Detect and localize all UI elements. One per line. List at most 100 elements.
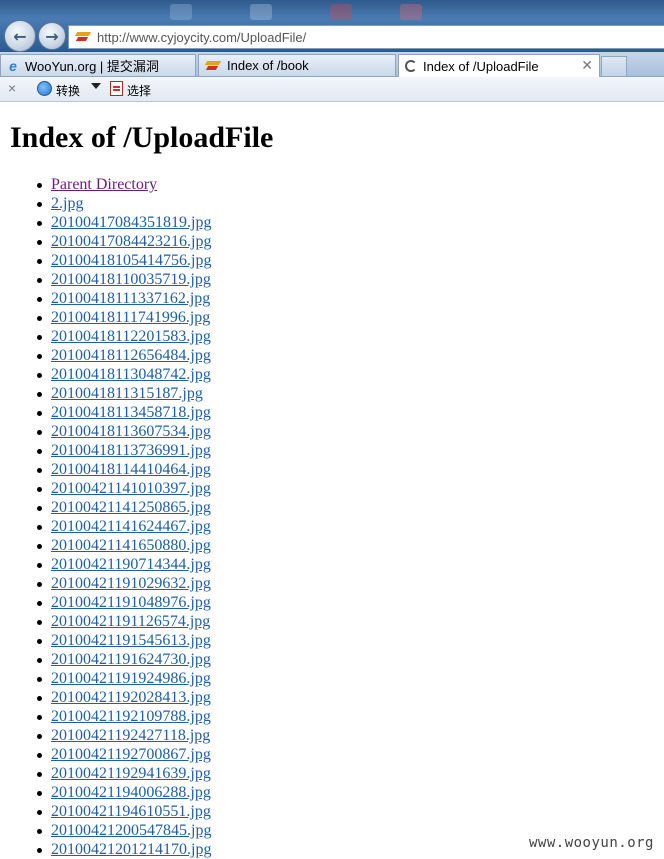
- file-link[interactable]: 20100421191924986.jpg: [51, 670, 211, 687]
- file-link[interactable]: 20100421192427118.jpg: [51, 727, 210, 744]
- arrow-left-icon: ←: [13, 26, 27, 46]
- list-item: 20100418113607534.jpg: [27, 422, 211, 441]
- file-link[interactable]: 20100421194610551.jpg: [51, 803, 211, 820]
- new-tab-button[interactable]: [601, 56, 627, 76]
- tab-index-book[interactable]: Index of /book: [198, 54, 396, 76]
- list-item: 20100421191545613.jpg: [27, 631, 211, 650]
- list-item: 20100421192109788.jpg: [27, 707, 211, 726]
- list-item: 20100418111741996.jpg: [27, 308, 211, 327]
- list-item: 20100417084423216.jpg: [27, 232, 211, 251]
- list-item: 20100421190714344.jpg: [27, 555, 211, 574]
- list-item: 20100421201214170.jpg: [27, 840, 211, 859]
- convert-button[interactable]: 转换: [56, 82, 80, 99]
- tab-index-uploadfile[interactable]: Index of /UploadFile ✕: [398, 54, 600, 77]
- list-item: 20100421200547845.jpg: [27, 821, 211, 840]
- file-link[interactable]: 20100418105414756.jpg: [51, 252, 211, 269]
- list-item: Parent Directory: [27, 175, 211, 194]
- ie-icon: e: [9, 57, 17, 74]
- list-item: 20100421192941639.jpg: [27, 764, 211, 783]
- file-link[interactable]: 20100421191048976.jpg: [51, 594, 211, 611]
- tab-label: Index of /book: [227, 58, 309, 73]
- page-title: Index of /UploadFile: [10, 121, 274, 154]
- list-item: 20100418113048742.jpg: [27, 365, 211, 384]
- file-link[interactable]: 20100418113048742.jpg: [51, 366, 211, 383]
- file-link[interactable]: 20100417084351819.jpg: [51, 214, 211, 231]
- decoration: [170, 4, 192, 20]
- watermark: www.wooyun.org: [528, 835, 654, 851]
- file-link[interactable]: 20100421141624467.jpg: [51, 518, 211, 535]
- convert-icon[interactable]: [37, 81, 52, 96]
- list-item: 20100421192700867.jpg: [27, 745, 211, 764]
- file-link[interactable]: 2010041811315187.jpg: [51, 385, 203, 402]
- file-link[interactable]: 20100421191029632.jpg: [51, 575, 211, 592]
- list-item: 20100421141250865.jpg: [27, 498, 211, 517]
- list-item: 20100418112201583.jpg: [27, 327, 211, 346]
- file-link[interactable]: 20100421192028413.jpg: [51, 689, 211, 706]
- file-link[interactable]: 20100421141250865.jpg: [51, 499, 211, 516]
- file-link[interactable]: 20100421194006288.jpg: [51, 784, 211, 801]
- file-link[interactable]: 2.jpg: [51, 195, 83, 212]
- list-item: 2010041811315187.jpg: [27, 384, 211, 403]
- file-link[interactable]: 20100421190714344.jpg: [51, 556, 211, 573]
- list-item: 20100421191048976.jpg: [27, 593, 211, 612]
- list-item: 20100418112656484.jpg: [27, 346, 211, 365]
- url-text[interactable]: http://www.cyjoycity.com/UploadFile/: [97, 30, 306, 45]
- list-item: 20100421191126574.jpg: [27, 612, 211, 631]
- list-item: 20100421192028413.jpg: [27, 688, 211, 707]
- list-item: 20100421141010397.jpg: [27, 479, 211, 498]
- file-link[interactable]: 20100421191126574.jpg: [51, 613, 210, 630]
- file-link[interactable]: 20100421192941639.jpg: [51, 765, 211, 782]
- file-link[interactable]: 20100418112656484.jpg: [51, 347, 211, 364]
- list-item: 20100421191029632.jpg: [27, 574, 211, 593]
- file-link[interactable]: 20100421192109788.jpg: [51, 708, 211, 725]
- decoration: [330, 4, 352, 20]
- file-link[interactable]: 20100421201214170.jpg: [51, 841, 211, 858]
- file-link[interactable]: 20100417084423216.jpg: [51, 233, 211, 250]
- file-link[interactable]: 20100421191624730.jpg: [51, 651, 211, 668]
- file-link[interactable]: 20100418113736991.jpg: [51, 442, 211, 459]
- file-link[interactable]: 20100418110035719.jpg: [51, 271, 211, 288]
- tab-strip: e WooYun.org | 提交漏洞 Index of /book Index…: [0, 52, 664, 77]
- decoration: [400, 4, 422, 20]
- select-button[interactable]: 选择: [127, 82, 151, 99]
- file-link[interactable]: 20100421141650880.jpg: [51, 537, 211, 554]
- decoration: [250, 4, 272, 20]
- list-item: 20100418105414756.jpg: [27, 251, 211, 270]
- file-link[interactable]: 20100418113458718.jpg: [51, 404, 211, 421]
- list-item: 20100421141650880.jpg: [27, 536, 211, 555]
- list-item: 20100421192427118.jpg: [27, 726, 211, 745]
- close-icon[interactable]: ×: [8, 80, 16, 96]
- file-link[interactable]: 20100418111337162.jpg: [51, 290, 210, 307]
- file-link[interactable]: 20100418112201583.jpg: [51, 328, 211, 345]
- list-item: 20100418113736991.jpg: [27, 441, 211, 460]
- list-item: 20100421194610551.jpg: [27, 802, 211, 821]
- pdf-icon[interactable]: [110, 81, 123, 96]
- site-favicon-icon: [75, 30, 91, 44]
- site-favicon-icon: [205, 59, 221, 73]
- tab-wooyun[interactable]: e WooYun.org | 提交漏洞: [0, 54, 196, 76]
- file-link[interactable]: 20100421192700867.jpg: [51, 746, 211, 763]
- list-item: 20100421191624730.jpg: [27, 650, 211, 669]
- file-link[interactable]: 20100421191545613.jpg: [51, 632, 211, 649]
- refresh-icon: [405, 60, 417, 72]
- file-list: Parent Directory 2.jpg 20100417084351819.j…: [27, 175, 211, 859]
- address-bar[interactable]: http://www.cyjoycity.com/UploadFile/: [68, 25, 664, 49]
- list-item: 20100421194006288.jpg: [27, 783, 211, 802]
- close-tab-icon[interactable]: ✕: [581, 57, 593, 74]
- file-link[interactable]: 20100421200547845.jpg: [51, 822, 211, 839]
- back-button[interactable]: ←: [4, 20, 36, 52]
- list-item: 20100418114410464.jpg: [27, 460, 211, 479]
- chevron-down-icon[interactable]: [91, 83, 101, 89]
- forward-button[interactable]: →: [38, 22, 66, 50]
- list-item: 20100418111337162.jpg: [27, 289, 211, 308]
- file-link[interactable]: 20100421141010397.jpg: [51, 480, 211, 497]
- file-link[interactable]: 20100418114410464.jpg: [51, 461, 211, 478]
- file-link[interactable]: 20100418113607534.jpg: [51, 423, 211, 440]
- file-link[interactable]: 20100418111741996.jpg: [51, 309, 210, 326]
- parent-directory-link[interactable]: Parent Directory: [51, 176, 157, 193]
- page-content: Index of /UploadFile Parent Directory 2.j…: [0, 102, 664, 859]
- list-item: 20100421191924986.jpg: [27, 669, 211, 688]
- list-item: 20100418113458718.jpg: [27, 403, 211, 422]
- list-item: 20100421141624467.jpg: [27, 517, 211, 536]
- browser-titlebar: ← → http://www.cyjoycity.com/UploadFile/: [0, 0, 664, 52]
